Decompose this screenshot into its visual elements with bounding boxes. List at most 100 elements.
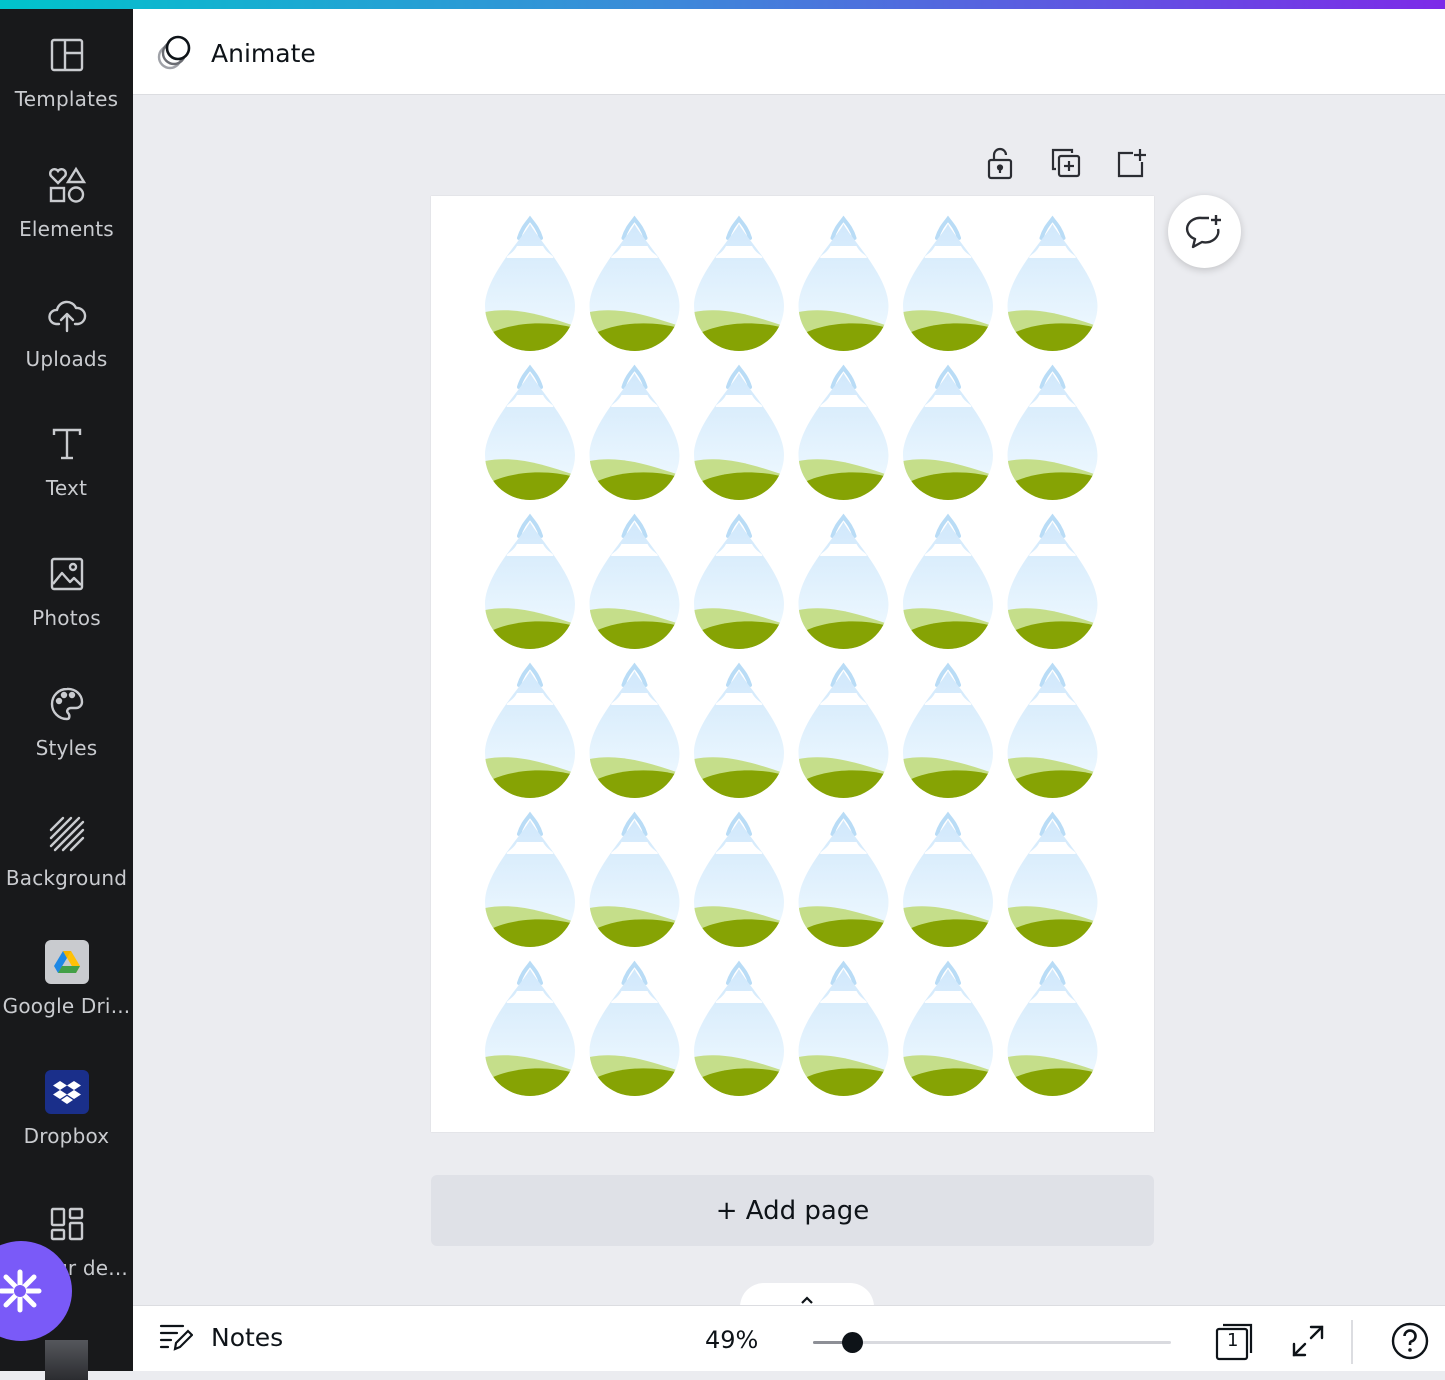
notes-icon: [159, 1324, 193, 1351]
design-page[interactable]: [431, 196, 1154, 1132]
zoom-slider-track: [813, 1341, 1171, 1344]
add-page-button[interactable]: + Add page: [431, 1175, 1154, 1246]
sidebar: Templates Elements Uploads Text Photos S…: [0, 9, 133, 1380]
page-toolbar: [982, 143, 1150, 183]
expand-icon: [1292, 1325, 1324, 1357]
raindrop-shape[interactable]: [589, 811, 680, 952]
notes-button[interactable]: Notes: [159, 1322, 283, 1352]
sidebar-item-label: Styles: [35, 736, 98, 760]
page-count-button[interactable]: 1: [1213, 1320, 1255, 1362]
raindrop-shape[interactable]: [1007, 662, 1098, 803]
palette-icon: [47, 684, 87, 724]
sidebar-item-label: Background: [5, 866, 128, 890]
lock-icon: [987, 147, 1013, 180]
show-pages-toggle[interactable]: [740, 1283, 874, 1307]
sidebar-item-label: Dropbox: [23, 1124, 110, 1148]
raindrop-shape[interactable]: [903, 215, 993, 356]
raindrop-shape[interactable]: [589, 364, 680, 505]
duplicate-page-button[interactable]: [1048, 143, 1084, 183]
raindrop-shape[interactable]: [694, 811, 784, 952]
raindrop-shape[interactable]: [694, 662, 784, 803]
raindrop-shape[interactable]: [589, 960, 680, 1101]
raindrop-shape[interactable]: [485, 662, 575, 803]
raindrop-shape[interactable]: [798, 513, 889, 654]
raindrop-shape[interactable]: [589, 215, 680, 356]
footer-divider: [1351, 1320, 1353, 1364]
raindrop-shape[interactable]: [485, 960, 575, 1101]
raindrop-shape[interactable]: [903, 513, 993, 654]
sparkle-icon: [0, 1269, 42, 1313]
sidebar-item-text[interactable]: Text: [0, 398, 133, 518]
upload-cloud-icon: [47, 295, 87, 335]
zoom-percentage[interactable]: 49%: [705, 1326, 758, 1354]
elements-icon: [47, 165, 87, 205]
raindrop-shape[interactable]: [694, 513, 784, 654]
raindrop-shape[interactable]: [589, 662, 680, 803]
duplicate-page-icon: [1051, 148, 1081, 178]
add-page-icon: [1117, 149, 1146, 178]
sidebar-item-dropbox[interactable]: Dropbox: [0, 1048, 133, 1168]
help-button[interactable]: [1389, 1320, 1431, 1362]
sidebar-item-label: Elements: [19, 217, 114, 241]
raindrop-shape[interactable]: [798, 215, 889, 356]
help-icon: [1391, 1322, 1429, 1360]
raindrop-shape[interactable]: [798, 364, 889, 505]
animate-label: Animate: [211, 38, 316, 68]
add-page-top-button[interactable]: [1114, 143, 1150, 183]
sidebar-item-background[interactable]: Background: [0, 788, 133, 908]
notes-label: Notes: [211, 1322, 284, 1352]
raindrop-shape[interactable]: [1007, 364, 1098, 505]
lock-page-button[interactable]: [982, 143, 1018, 183]
dropbox-icon: [44, 1070, 89, 1114]
sidebar-item-google-drive[interactable]: Google Dri...: [0, 918, 133, 1038]
raindrop-shape[interactable]: [798, 960, 889, 1101]
raindrop-shape[interactable]: [903, 364, 993, 505]
raindrop-shape[interactable]: [1007, 960, 1098, 1101]
raindrop-shape[interactable]: [694, 215, 784, 356]
sidebar-item-templates[interactable]: Templates: [0, 9, 133, 129]
raindrop-shape[interactable]: [485, 513, 575, 654]
raindrop-shape[interactable]: [485, 811, 575, 952]
sidebar-item-uploads[interactable]: Uploads: [0, 269, 133, 389]
zoom-slider[interactable]: [813, 1332, 1171, 1353]
raindrop-shape[interactable]: [1007, 513, 1098, 654]
text-icon: [47, 424, 87, 464]
background-hatch-icon: [47, 814, 87, 854]
sidebar-item-label: Text: [45, 476, 88, 500]
sidebar-item-elements[interactable]: Elements: [0, 139, 133, 259]
raindrop-shape[interactable]: [589, 513, 680, 654]
raindrop-shape[interactable]: [1007, 811, 1098, 952]
raindrop-shape[interactable]: [903, 811, 993, 952]
templates-icon: [47, 35, 87, 75]
zoom-slider-thumb[interactable]: [842, 1332, 863, 1353]
raindrop-shape[interactable]: [694, 960, 784, 1101]
sidebar-item-label: Photos: [32, 606, 101, 630]
raindrop-shape[interactable]: [485, 364, 575, 505]
raindrop-shape[interactable]: [903, 960, 993, 1101]
raindrop-shape[interactable]: [1007, 215, 1098, 356]
editor-footer: Notes 49% 1: [133, 1305, 1445, 1371]
raindrop-pattern: [485, 215, 1098, 1101]
add-comment-button[interactable]: [1168, 195, 1241, 268]
raindrop-shape[interactable]: [798, 662, 889, 803]
animate-icon: [157, 35, 191, 70]
page-count: 1: [1227, 1330, 1239, 1351]
comment-add-icon: [1185, 214, 1221, 248]
animate-button[interactable]: Animate: [155, 31, 316, 75]
raindrop-shape[interactable]: [694, 364, 784, 505]
editor-header: Animate: [133, 9, 1445, 95]
brand-gradient-bar: [0, 0, 1445, 9]
sidebar-item-photos[interactable]: Photos: [0, 528, 133, 648]
sidebar-item-styles[interactable]: Styles: [0, 658, 133, 778]
raindrop-shape[interactable]: [485, 215, 575, 356]
raindrop-shape[interactable]: [903, 662, 993, 803]
sidebar-item-label: Google Dri...: [2, 994, 131, 1018]
google-drive-icon: [44, 940, 89, 984]
sidebar-item-label: Templates: [14, 87, 119, 111]
apps-grid-icon: [47, 1204, 87, 1244]
fullscreen-button[interactable]: [1287, 1320, 1329, 1362]
raindrop-shape[interactable]: [798, 811, 889, 952]
photo-icon: [47, 554, 87, 594]
sidebar-item-label: Uploads: [25, 347, 108, 371]
design-thumbnail[interactable]: [45, 1340, 88, 1380]
